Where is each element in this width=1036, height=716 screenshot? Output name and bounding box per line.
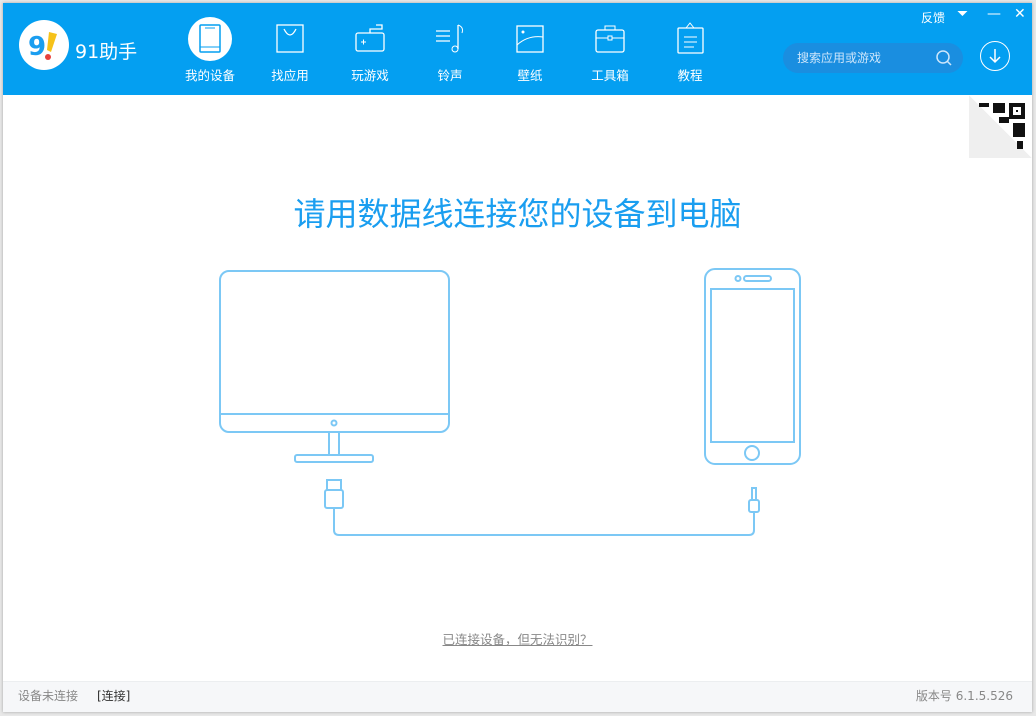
monitor-icon — [219, 270, 450, 463]
connection-illustration — [219, 268, 801, 536]
connection-status: 设备未连接 — [18, 689, 79, 703]
unrecognized-device-link[interactable]: 已连接设备，但无法识别？ — [3, 629, 1032, 648]
status-bar: 设备未连接 [连接] 版本号 6.1.5.526 — [3, 681, 1032, 712]
phone-icon — [704, 268, 801, 465]
cable-icon — [324, 479, 760, 536]
version-label: 版本号 6.1.5.526 — [915, 689, 1013, 703]
connect-link[interactable]: [连接] — [97, 682, 130, 710]
app-window: 9 91助手 我的设备 找应用 玩游戏 铃声 壁纸 工具箱 教程 搜索应用或游戏 反馈 ⏷ … — [3, 3, 1032, 712]
